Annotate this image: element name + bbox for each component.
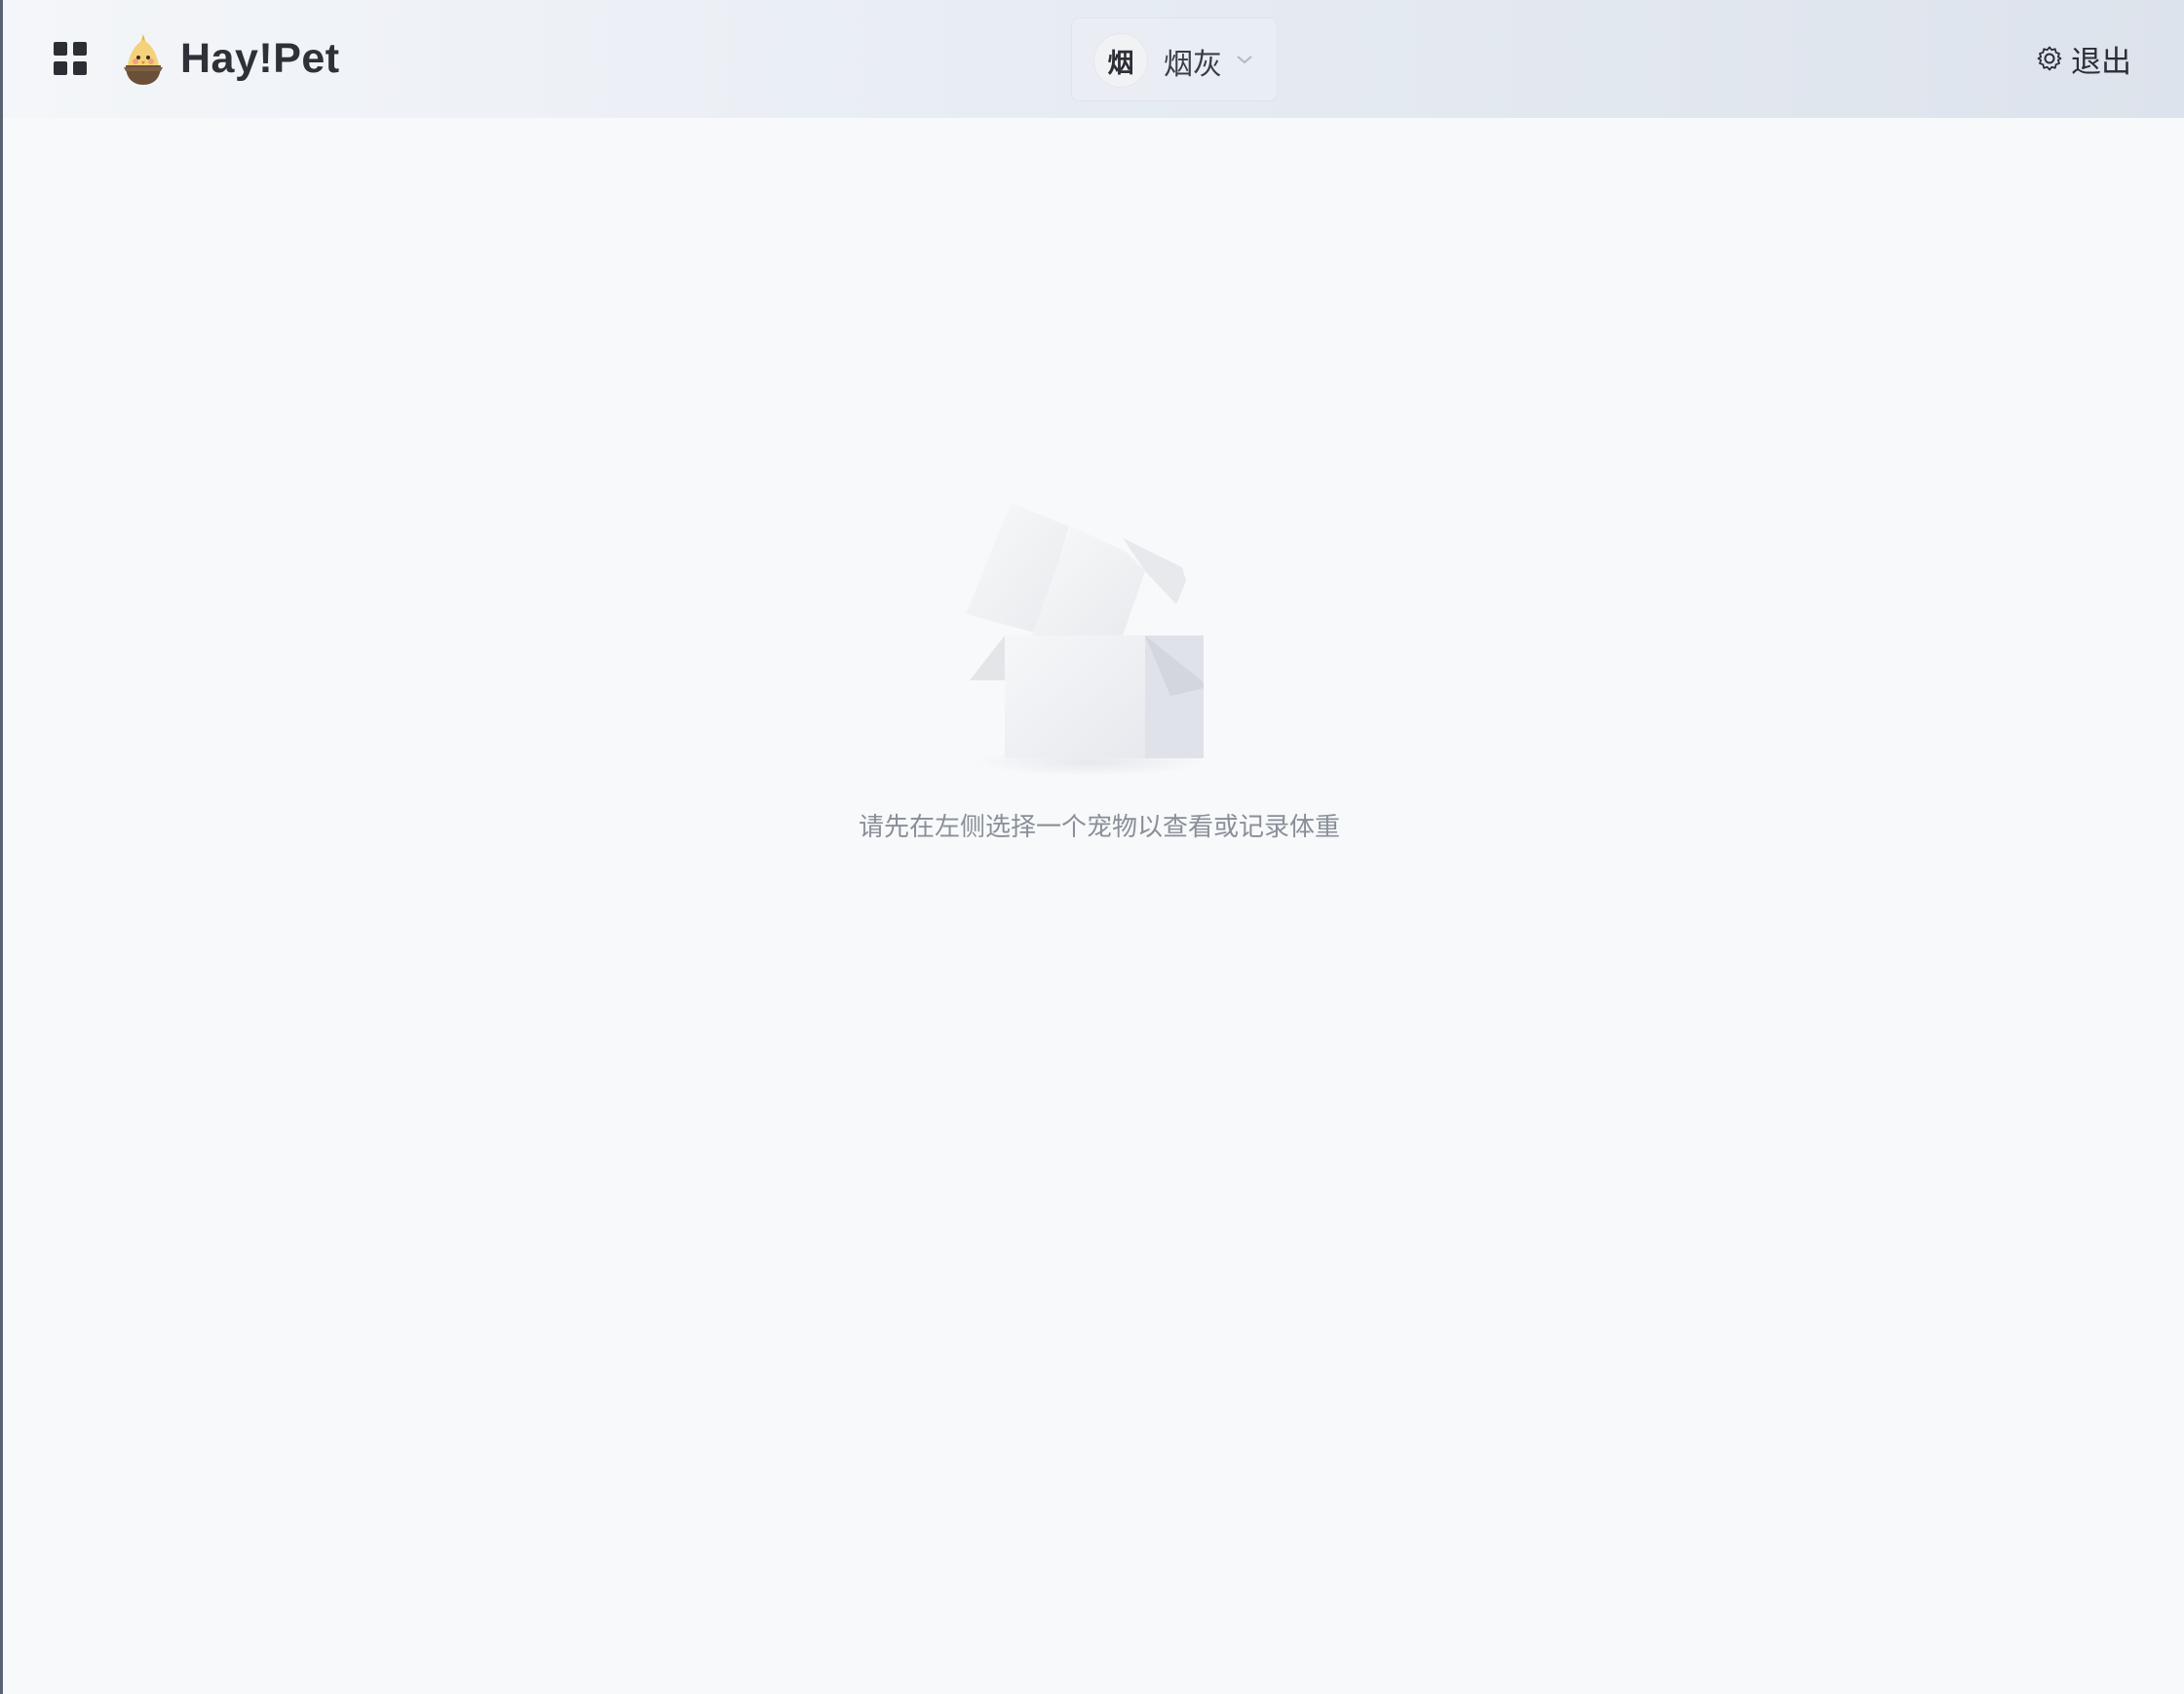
grid-cell	[73, 42, 87, 56]
grid-cell	[73, 61, 87, 75]
empty-message: 请先在左侧选择一个宠物以查看或记录体重	[858, 813, 1340, 842]
selected-pet-name: 烟灰	[1164, 48, 1222, 82]
empty-box-icon	[966, 503, 1206, 776]
bird-logo-icon	[124, 34, 163, 85]
pet-avatar: 烟	[1093, 33, 1148, 88]
logout-button[interactable]: 退出	[2036, 39, 2131, 80]
pet-selector[interactable]: 烟 烟灰	[1071, 18, 1278, 101]
logout-label: 退出	[2071, 44, 2131, 80]
gear-icon	[2037, 46, 2062, 71]
brand-name: Hay!Pet	[180, 35, 340, 82]
grid-cell	[54, 42, 67, 56]
top-bar: Hay!Pet 烟 烟灰 退出	[3, 0, 2184, 118]
chevron-down-icon	[1237, 56, 1252, 64]
app-window: Hay!Pet 烟 烟灰 退出 请先在左侧选择一个宠物以查看或记录体重	[0, 0, 2184, 1694]
grid-icon[interactable]	[54, 42, 87, 75]
grid-cell	[54, 61, 67, 75]
